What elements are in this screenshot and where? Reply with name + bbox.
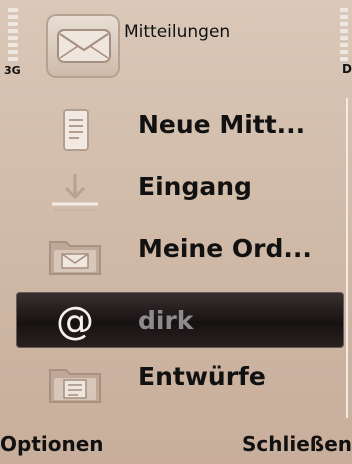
- svg-text:@: @: [56, 299, 94, 343]
- menu-item-label: dirk: [138, 306, 194, 335]
- drafts-folder-icon: [44, 356, 106, 408]
- phone-screen: 3G D Mitteilungen Neue Mitt... Eingang M…: [0, 0, 352, 464]
- menu-item-label: Entwürfe: [138, 362, 266, 391]
- signal-strength-indicator: [8, 8, 18, 68]
- menu-item-inbox[interactable]: Eingang: [16, 162, 342, 222]
- scrollbar[interactable]: [346, 98, 348, 418]
- menu-item-label: Eingang: [138, 172, 252, 201]
- menu-item-label: Meine Ord...: [138, 234, 312, 263]
- battery-indicator: [340, 8, 348, 68]
- close-softkey[interactable]: Schließen: [242, 432, 352, 456]
- menu-item-mailbox-dirk[interactable]: @ dirk: [16, 292, 344, 348]
- folder-icon: [44, 228, 106, 280]
- envelope-icon: [57, 29, 111, 63]
- menu-item-drafts[interactable]: Entwürfe: [16, 352, 342, 412]
- new-message-icon: [44, 104, 106, 156]
- app-title: Mitteilungen: [124, 22, 231, 42]
- menu-item-my-folders[interactable]: Meine Ord...: [16, 224, 342, 284]
- right-indicator-label: D: [342, 62, 352, 76]
- inbox-icon: [44, 166, 106, 218]
- messaging-app-icon: [46, 14, 120, 78]
- menu-item-new-message[interactable]: Neue Mitt...: [16, 100, 342, 160]
- at-icon: @: [44, 294, 106, 346]
- menu-item-label: Neue Mitt...: [138, 110, 306, 139]
- options-softkey[interactable]: Optionen: [0, 432, 104, 456]
- network-type-label: 3G: [4, 64, 21, 77]
